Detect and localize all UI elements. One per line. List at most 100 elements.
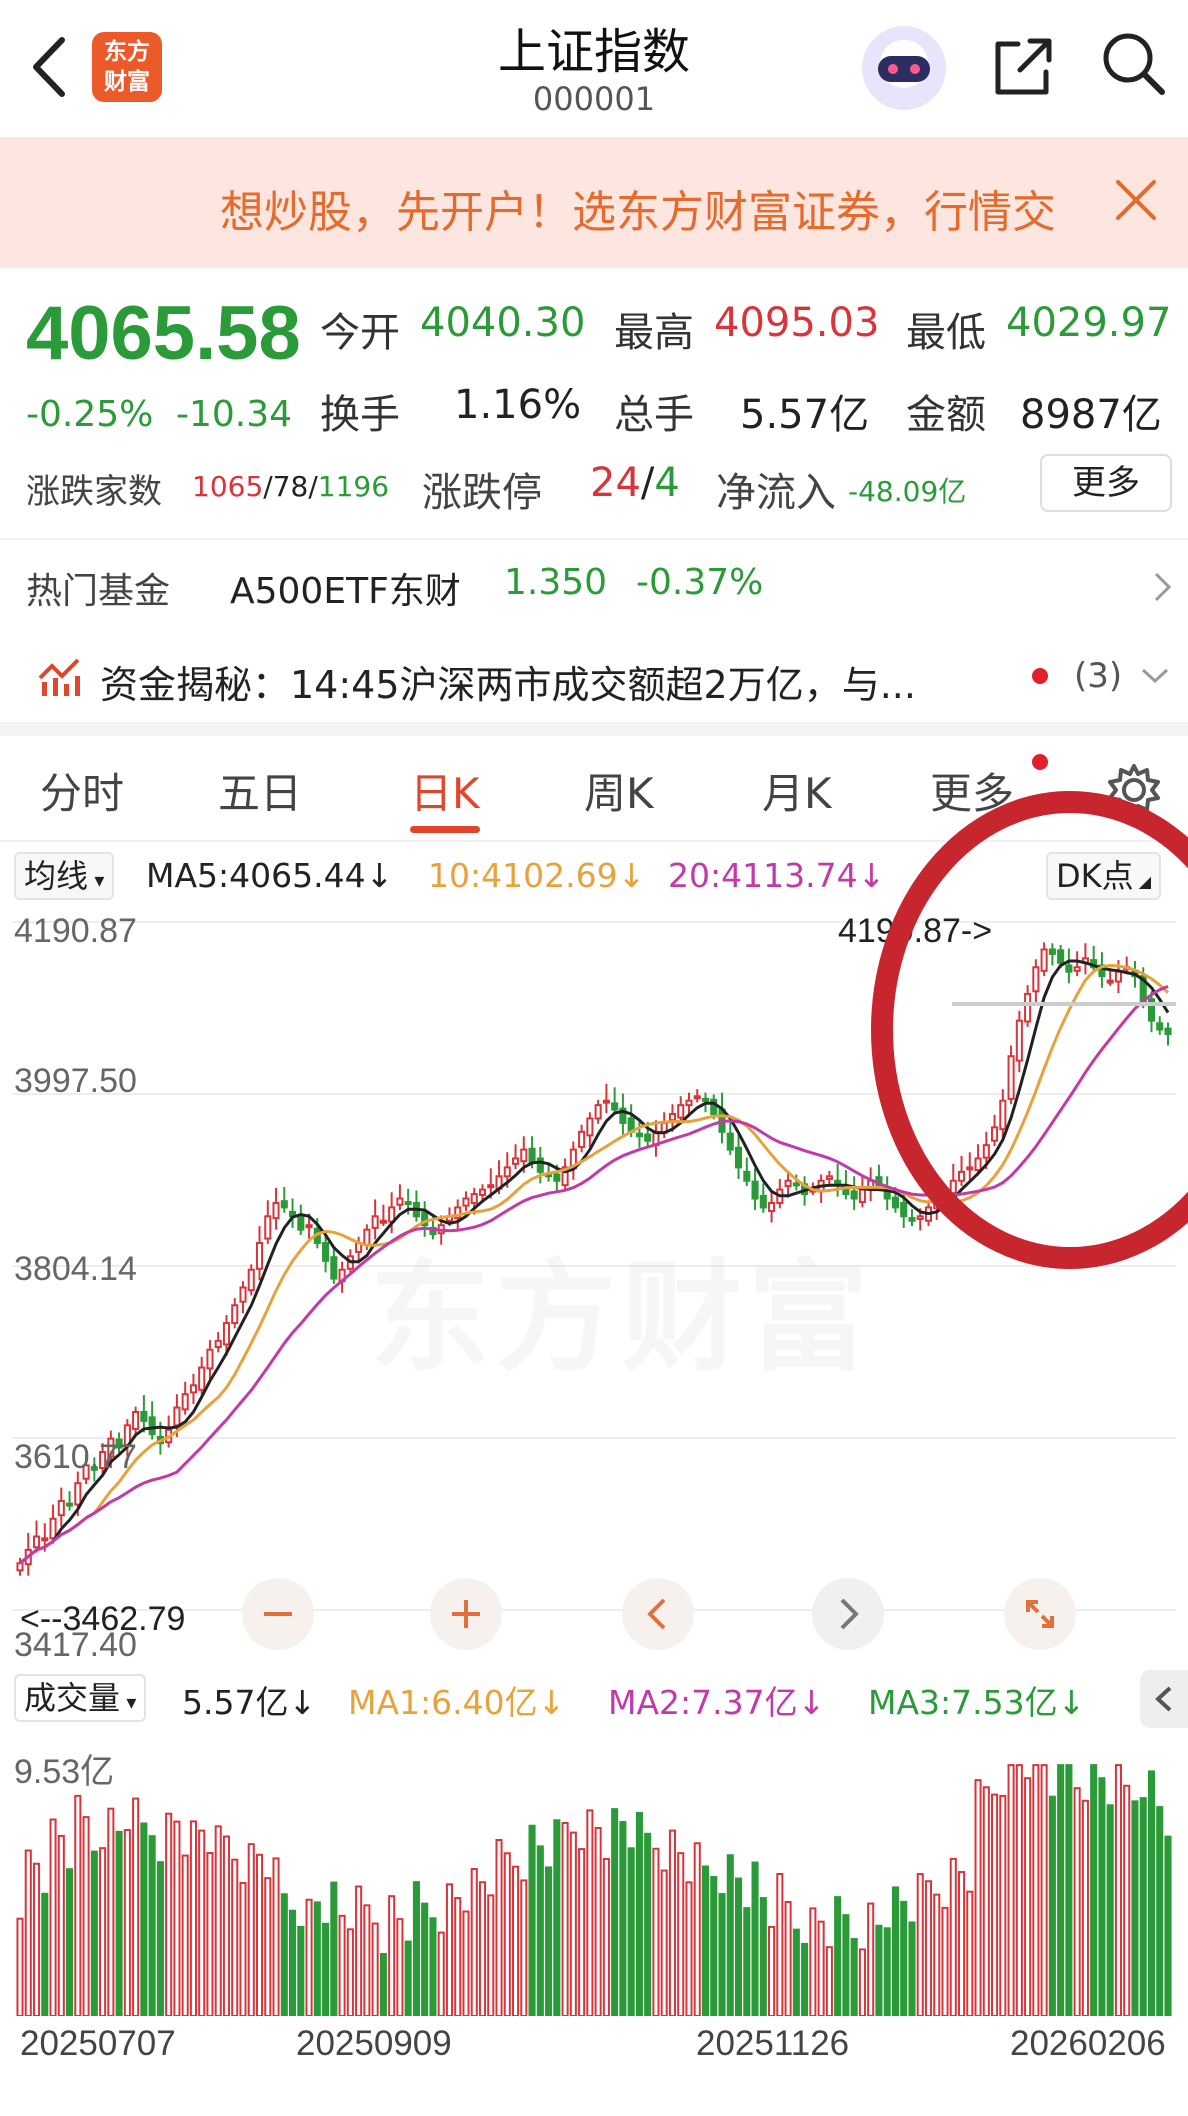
search-icon[interactable] bbox=[1098, 28, 1168, 98]
scroll-left-button[interactable] bbox=[622, 1578, 694, 1650]
candle-body bbox=[759, 1194, 767, 1209]
volume-bar bbox=[1131, 1800, 1139, 2016]
candle-body bbox=[41, 1537, 49, 1542]
fund-name: A500ETF东财 bbox=[230, 571, 461, 612]
section-gap bbox=[0, 722, 1188, 736]
limit-values: 24/4 bbox=[590, 460, 680, 506]
low-value: 4029.97 bbox=[1006, 300, 1172, 346]
promo-banner[interactable]: 想炒股，先开户！选东方财富证券，行情交 bbox=[0, 138, 1188, 268]
volume-label: 总手 bbox=[614, 392, 694, 438]
volume-bar bbox=[801, 1942, 809, 2016]
volume-bar bbox=[1073, 1787, 1081, 2016]
volume-bar bbox=[99, 1847, 107, 2016]
candle-body bbox=[330, 1256, 338, 1280]
volume-bar bbox=[850, 1937, 858, 2016]
candle-body bbox=[668, 1113, 677, 1122]
volume-bar bbox=[214, 1825, 222, 2016]
tab-intraday[interactable]: 分时 bbox=[40, 760, 124, 821]
volume-bar bbox=[528, 1824, 536, 2016]
annotation-circle bbox=[871, 791, 1188, 1269]
candle-body bbox=[363, 1228, 371, 1246]
candle-body bbox=[586, 1117, 594, 1137]
ai-assistant-icon[interactable] bbox=[862, 26, 946, 110]
volume-bar bbox=[668, 1829, 677, 2016]
app-header: 东方 财富 上证指数 000001 bbox=[0, 0, 1188, 138]
volume-bar bbox=[404, 1940, 412, 2016]
volume-bar bbox=[949, 1857, 957, 2016]
chevron-down-icon[interactable] bbox=[1140, 666, 1170, 686]
candle-body bbox=[693, 1095, 701, 1100]
candle-body bbox=[57, 1499, 65, 1517]
zoom-out-button[interactable] bbox=[242, 1578, 314, 1650]
volume-bar bbox=[74, 1794, 82, 2016]
volume-bar bbox=[189, 1820, 197, 2016]
volume-bar bbox=[445, 1883, 454, 2016]
ma10-value: 10:4102.69↓ bbox=[428, 856, 646, 895]
volume-bar bbox=[495, 1839, 503, 2016]
ma5-value: MA5:4065.44↓ bbox=[146, 856, 394, 895]
close-icon[interactable] bbox=[1108, 172, 1164, 228]
candle-body bbox=[206, 1348, 214, 1370]
more-tab-dot bbox=[1032, 754, 1048, 770]
volume-bar bbox=[437, 1931, 445, 2016]
volume-bar bbox=[165, 1812, 173, 2016]
volume-bar bbox=[635, 1811, 643, 2016]
price-axis-label: 3997.50 bbox=[14, 1062, 137, 1100]
volume-bar bbox=[1147, 1770, 1156, 2016]
volume-bar bbox=[379, 1953, 387, 2016]
volume-bar bbox=[611, 1808, 619, 2016]
volume-bar bbox=[454, 1897, 462, 2016]
volume-bar bbox=[330, 1881, 338, 2016]
volume-bar bbox=[553, 1819, 561, 2016]
volume-bar bbox=[900, 1900, 908, 2016]
zoom-in-button[interactable] bbox=[430, 1578, 502, 1650]
candle-body bbox=[685, 1099, 693, 1107]
volume-bar bbox=[561, 1821, 569, 2016]
volume-bar bbox=[1015, 1764, 1023, 2016]
candle-body bbox=[32, 1535, 41, 1549]
hot-fund-row[interactable]: 热门基金 A500ETF东财 1.350 -0.37% bbox=[0, 540, 1188, 630]
volume-bar bbox=[305, 1898, 313, 2016]
candle-body bbox=[16, 1562, 24, 1572]
volume-bar bbox=[173, 1820, 181, 2016]
more-stats-button[interactable]: 更多 bbox=[1040, 454, 1172, 512]
volume-bar bbox=[677, 1852, 685, 2016]
collapse-panel-button[interactable] bbox=[1140, 1670, 1188, 1728]
volume-bar bbox=[916, 1873, 924, 2016]
volume-bar bbox=[710, 1876, 718, 2016]
high-label: 最高 bbox=[614, 310, 694, 356]
change-percent: -0.25% bbox=[26, 394, 154, 435]
candle-body bbox=[528, 1147, 536, 1164]
scroll-right-button[interactable] bbox=[812, 1578, 884, 1650]
candle-body bbox=[751, 1180, 759, 1200]
volume-bar bbox=[280, 1893, 288, 2016]
news-row[interactable]: 资金揭秘：14:45沪深两市成交额超2万亿，与... (3) bbox=[0, 630, 1188, 722]
fullscreen-button[interactable] bbox=[1004, 1578, 1076, 1650]
promo-text[interactable]: 想炒股，先开户！选东方财富证券，行情交 bbox=[220, 176, 1080, 240]
volume-bar bbox=[1139, 1797, 1147, 2016]
netflow-label: 净流入 bbox=[716, 470, 836, 516]
candle-body bbox=[297, 1216, 305, 1231]
tab-daily-k[interactable]: 日K bbox=[410, 760, 480, 821]
volume-bar bbox=[809, 1907, 817, 2016]
volume-bar bbox=[181, 1854, 189, 2016]
tab-monthly-k[interactable]: 月K bbox=[762, 760, 832, 821]
volume-indicator-select[interactable]: 成交量 ▾ bbox=[14, 1674, 147, 1722]
news-headline[interactable]: 资金揭秘：14:45沪深两市成交额超2万亿，与... bbox=[100, 654, 916, 709]
volume-bar bbox=[842, 1914, 850, 2016]
candle-body bbox=[734, 1146, 743, 1169]
volume-bar bbox=[313, 1901, 321, 2016]
share-icon[interactable] bbox=[988, 32, 1058, 102]
ma-indicator-select[interactable]: 均线 ▾ bbox=[14, 852, 115, 900]
tab-five-day[interactable]: 五日 bbox=[218, 760, 302, 821]
volume-bar bbox=[834, 1896, 842, 2016]
volume-bar bbox=[289, 1909, 297, 2016]
volume-bar bbox=[16, 1917, 24, 2016]
chevron-right-icon bbox=[1154, 572, 1172, 602]
volume-bar bbox=[1048, 1795, 1056, 2016]
tab-weekly-k[interactable]: 周K bbox=[584, 760, 654, 821]
candle-body bbox=[677, 1104, 685, 1119]
volume-bar bbox=[231, 1858, 239, 2016]
volume-bar bbox=[107, 1807, 115, 2016]
volume-select-label: 成交量 bbox=[24, 1679, 121, 1717]
